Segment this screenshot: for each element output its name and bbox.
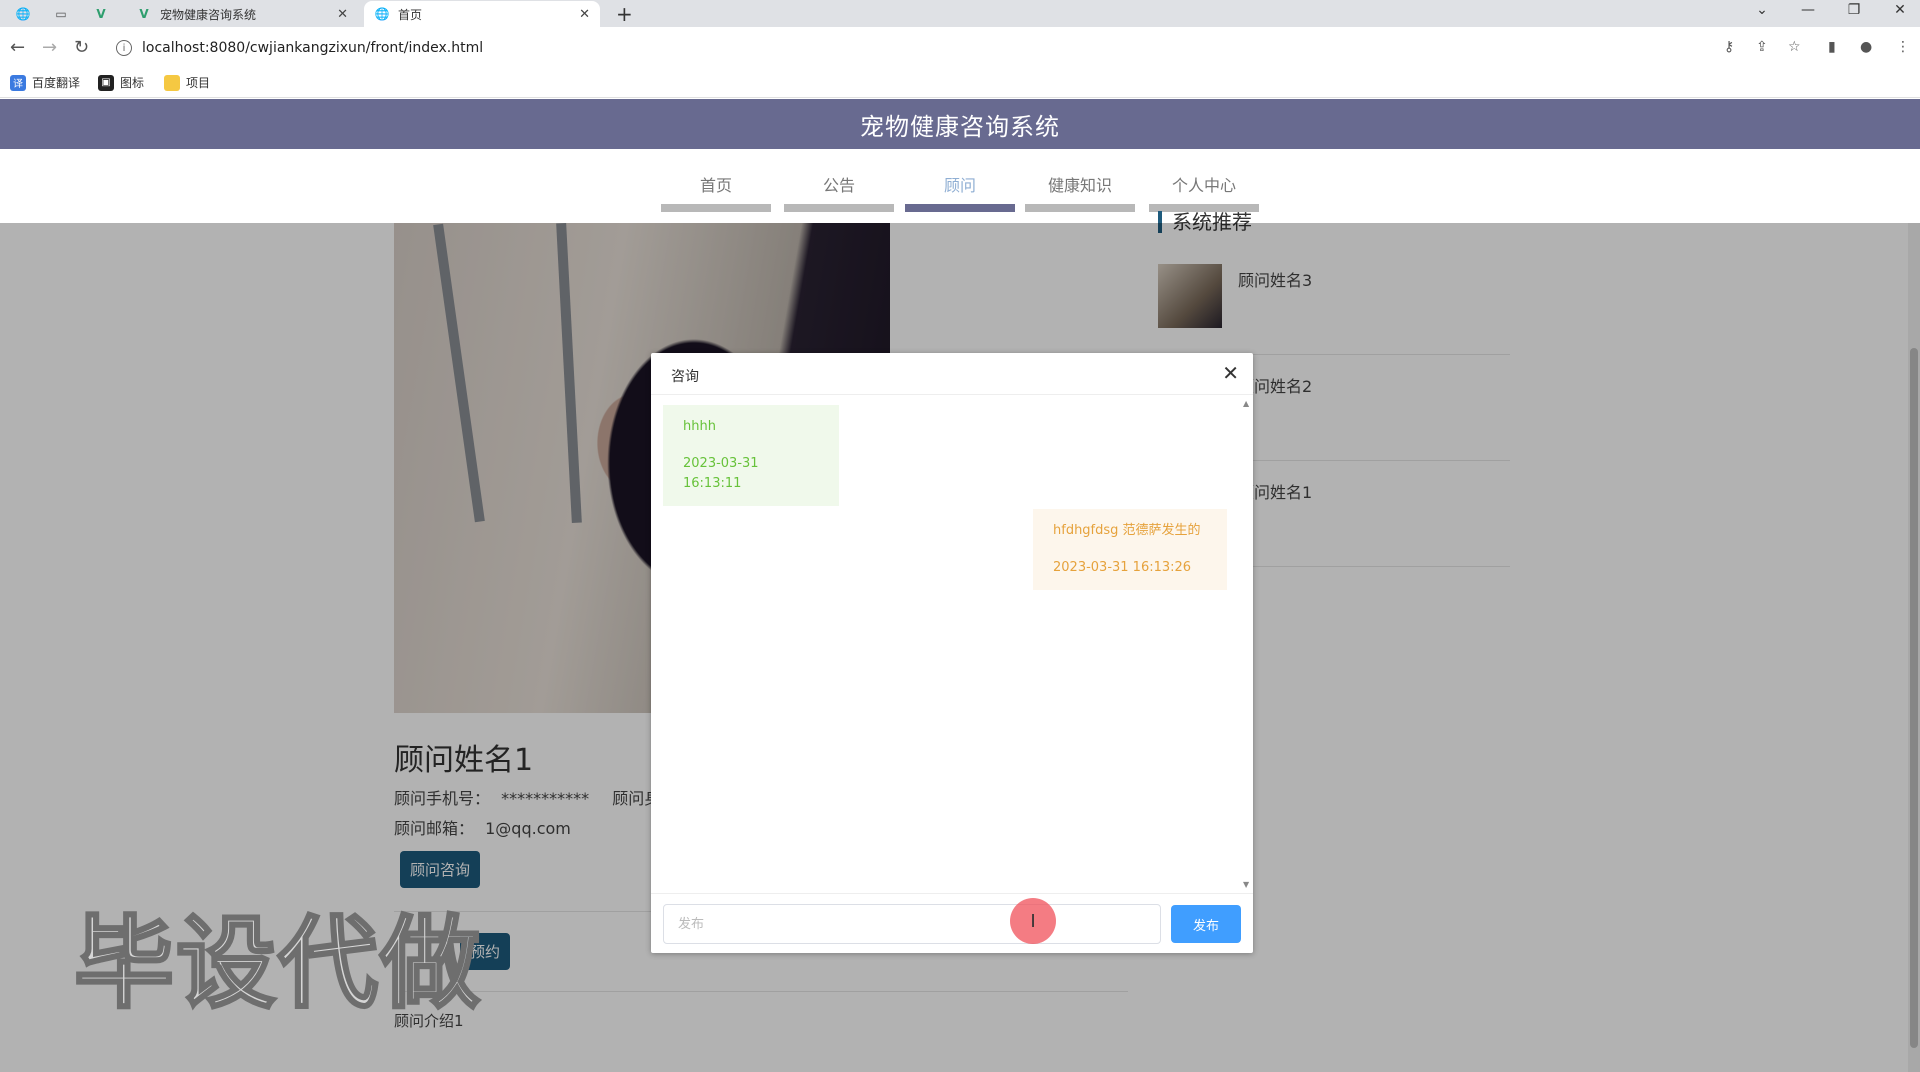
star-icon[interactable]: ☆ (1788, 39, 1801, 55)
site-header: 宠物健康咨询系统 (0, 99, 1920, 149)
nav-label: 个人中心 (1171, 176, 1236, 195)
url-bar[interactable]: i localhost:8080/cwjiankangzixun/front/i… (106, 34, 1746, 62)
tab-label: 宠物健康咨询系统 (160, 7, 257, 22)
address-toolbar: ← → ↻ i localhost:8080/cwjiankangzixun/f… (0, 27, 1920, 67)
close-icon[interactable]: ✕ (1222, 361, 1239, 385)
site-nav: 首页 公告 顾问 健康知识 个人中心 (0, 149, 1920, 223)
key-icon[interactable]: ⚷ (1724, 39, 1734, 55)
chevron-down-icon[interactable]: ⌄ (1742, 2, 1782, 18)
tab-system[interactable]: V 宠物健康咨询系统 ✕ (126, 1, 358, 27)
back-icon[interactable]: ← (10, 37, 25, 58)
bookmark-label: 百度翻译 (32, 76, 81, 90)
share-icon[interactable]: ⇪ (1756, 39, 1768, 55)
dialog-title: 咨询 (671, 369, 699, 385)
bookmark-label: 项目 (186, 76, 211, 90)
message-text: hhhh (683, 419, 716, 434)
scroll-down-icon[interactable]: ▼ (1243, 880, 1249, 889)
dialog-header: 咨询 ✕ (651, 353, 1253, 395)
text-cursor-icon: I (1010, 898, 1056, 944)
menu-icon[interactable]: ⋮ (1896, 39, 1910, 55)
close-icon[interactable]: ✕ (337, 7, 348, 22)
nav-label: 健康知识 (1047, 176, 1112, 195)
profile-icon[interactable]: ● (1860, 39, 1872, 55)
close-window-icon[interactable]: ✕ (1880, 2, 1920, 18)
forward-icon[interactable]: → (42, 37, 57, 58)
scroll-up-icon[interactable]: ▲ (1243, 399, 1249, 408)
minimize-icon[interactable]: — (1788, 2, 1828, 18)
chat-message-left: hhhh 2023-03-31 16:13:11 (663, 405, 839, 506)
globe-icon: 🌐 (374, 7, 390, 21)
url-text[interactable]: localhost:8080/cwjiankangzixun/front/ind… (142, 40, 483, 56)
restore-icon[interactable]: ❐ (1834, 2, 1874, 18)
chat-area[interactable]: hhhh 2023-03-31 16:13:11 hfdhgfdsg 范德萨发生… (651, 395, 1253, 893)
vue-icon[interactable]: V (86, 3, 116, 25)
bookmark-item[interactable]: 译 百度翻译 (10, 74, 80, 91)
bookmark-item[interactable]: 项目 (164, 74, 210, 91)
close-icon[interactable]: ✕ (579, 7, 590, 22)
consult-dialog: 咨询 ✕ hhhh 2023-03-31 16:13:11 hfdhgfdsg … (651, 353, 1253, 953)
globe-icon[interactable]: 🌐 (8, 3, 38, 25)
side-panel-icon[interactable]: ▮ (1828, 39, 1836, 55)
nav-label: 顾问 (943, 176, 976, 195)
message-time: 2023-03-31 16:13:26 (1053, 560, 1192, 575)
chat-message-right: hfdhgfdsg 范德萨发生的 2023-03-31 16:13:26 (1033, 509, 1227, 590)
reload-icon[interactable]: ↻ (74, 37, 89, 58)
site-title: 宠物健康咨询系统 (860, 112, 1060, 141)
tab-home[interactable]: 🌐 首页 ✕ (364, 1, 600, 27)
folder-icon (164, 74, 180, 91)
new-tab-icon[interactable]: + (616, 2, 633, 26)
dialog-footer: 发布 (651, 893, 1253, 953)
browser-tab-strip: 🌐 ▭ V V 宠物健康咨询系统 ✕ 🌐 首页 ✕ + ⌄ — ❐ ✕ (0, 0, 1920, 27)
watermark-text: 毕设代做 (73, 904, 482, 1024)
nav-personal-center[interactable]: 个人中心 (1149, 149, 1259, 212)
publish-button[interactable]: 发布 (1171, 905, 1241, 943)
blank-tab-icon[interactable]: ▭ (46, 3, 76, 25)
nav-home[interactable]: 首页 (661, 149, 771, 212)
info-icon[interactable]: i (116, 40, 132, 56)
bookmark-label: 图标 (120, 76, 145, 90)
chat-scrollbar[interactable]: ▲ ▼ (1243, 399, 1251, 889)
image-icon: ▣ (98, 74, 114, 91)
bookmarks-bar: 译 百度翻译 ▣ 图标 项目 (0, 67, 1920, 98)
bookmark-item[interactable]: ▣ 图标 (98, 74, 144, 91)
message-input[interactable] (663, 904, 1161, 944)
nav-consultant[interactable]: 顾问 (905, 149, 1015, 212)
message-time: 2023-03-31 16:13:11 (683, 456, 759, 491)
nav-health-knowledge[interactable]: 健康知识 (1025, 149, 1135, 212)
nav-notice[interactable]: 公告 (784, 149, 894, 212)
translate-icon: 译 (10, 74, 26, 91)
nav-label: 首页 (699, 176, 732, 195)
nav-label: 公告 (822, 176, 855, 195)
vue-icon: V (139, 7, 149, 21)
tab-label: 首页 (398, 7, 423, 22)
message-text: hfdhgfdsg 范德萨发生的 (1053, 523, 1201, 538)
